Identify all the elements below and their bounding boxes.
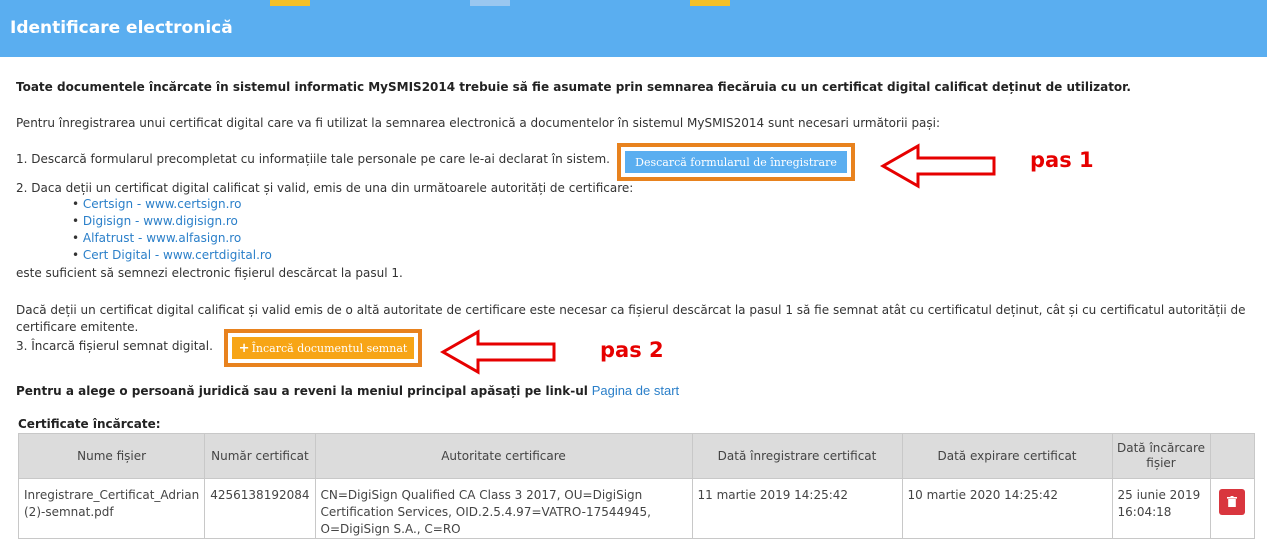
table-row: Inregistrare_Certificat_Adrian (2)-semna… [17,478,1255,539]
pas2-label: pas 2 [594,338,670,362]
certificates-table: Nume fișier Număr certificat Autoritate … [17,433,1255,539]
authority-item[interactable]: • Cert Digital - www.certdigital.ro [72,247,272,264]
registered-date-cell: 11 martie 2019 14:25:42 [691,478,903,539]
start-page-link[interactable]: Pagina de start [592,383,679,398]
column-header: Nume fișier [17,433,206,479]
column-header: Dată încărcare fișier [1111,433,1211,479]
other-authority-text-2: certificare emitente. [16,320,139,334]
decorative-stripe [270,0,310,6]
other-authority-text: Dacă deții un certificat digital calific… [16,303,1246,317]
pas1-label: pas 1 [1024,148,1100,172]
plus-icon: + [238,340,250,356]
intro-text: Pentru înregistrarea unui certificat dig… [16,116,941,130]
arrow-pas1 [880,143,996,189]
upload-signed-document-button[interactable]: + Încarcă documentul semnat [232,337,414,359]
column-header: Dată înregistrare certificat [691,433,903,479]
page-header: Identificare electronică [0,0,1267,57]
legal-entity-text: Pentru a alege o persoană juridică sau a… [16,383,680,398]
step2-text: 2. Daca deții un certificat digital cali… [16,181,634,195]
page-title: Identificare electronică [10,18,233,38]
step2-end-text: este suficient să semnezi electronic fiș… [16,266,403,280]
upload-button-label: Încarcă documentul semnat [251,341,408,355]
uploaded-date-cell: 25 iunie 2019 16:04:18 [1111,478,1211,539]
authority-list: • Certsign - www.certsign.ro • Digisign … [72,196,272,264]
file-name-cell: Inregistrare_Certificat_Adrian (2)-semna… [17,478,206,539]
download-form-button[interactable]: Descarcă formularul de înregistrare [625,151,847,173]
column-header: Număr certificat [204,433,316,479]
certificate-number-cell: 4256138192084 [204,478,316,539]
upload-button-highlight: + Încarcă documentul semnat [224,329,422,367]
step1-text: 1. Descarcă formularul precompletat cu i… [16,152,610,166]
download-button-highlight: Descarcă formularul de înregistrare [617,143,855,181]
arrow-pas2 [440,329,556,375]
table-header-row: Nume fișier Număr certificat Autoritate … [17,433,1255,479]
trash-icon [1227,496,1238,507]
decorative-stripe [470,0,510,6]
authority-item[interactable]: • Alfatrust - www.alfasign.ro [72,230,272,247]
column-header: Dată expirare certificat [901,433,1113,479]
column-header [1209,433,1255,479]
decorative-stripe [690,0,730,6]
authority-cell: CN=DigiSign Qualified CA Class 3 2017, O… [314,478,693,539]
column-header: Autoritate certificare [314,433,693,479]
authority-item[interactable]: • Certsign - www.certsign.ro [72,196,272,213]
expiry-date-cell: 10 martie 2020 14:25:42 [901,478,1113,539]
certificates-heading: Certificate încărcate: [18,417,161,431]
delete-button[interactable] [1219,489,1246,515]
actions-cell [1209,478,1255,539]
step3-text: 3. Încarcă fișierul semnat digital. [16,339,213,353]
intro-bold-text: Toate documentele încărcate în sistemul … [16,80,1131,94]
authority-item[interactable]: • Digisign - www.digisign.ro [72,213,272,230]
